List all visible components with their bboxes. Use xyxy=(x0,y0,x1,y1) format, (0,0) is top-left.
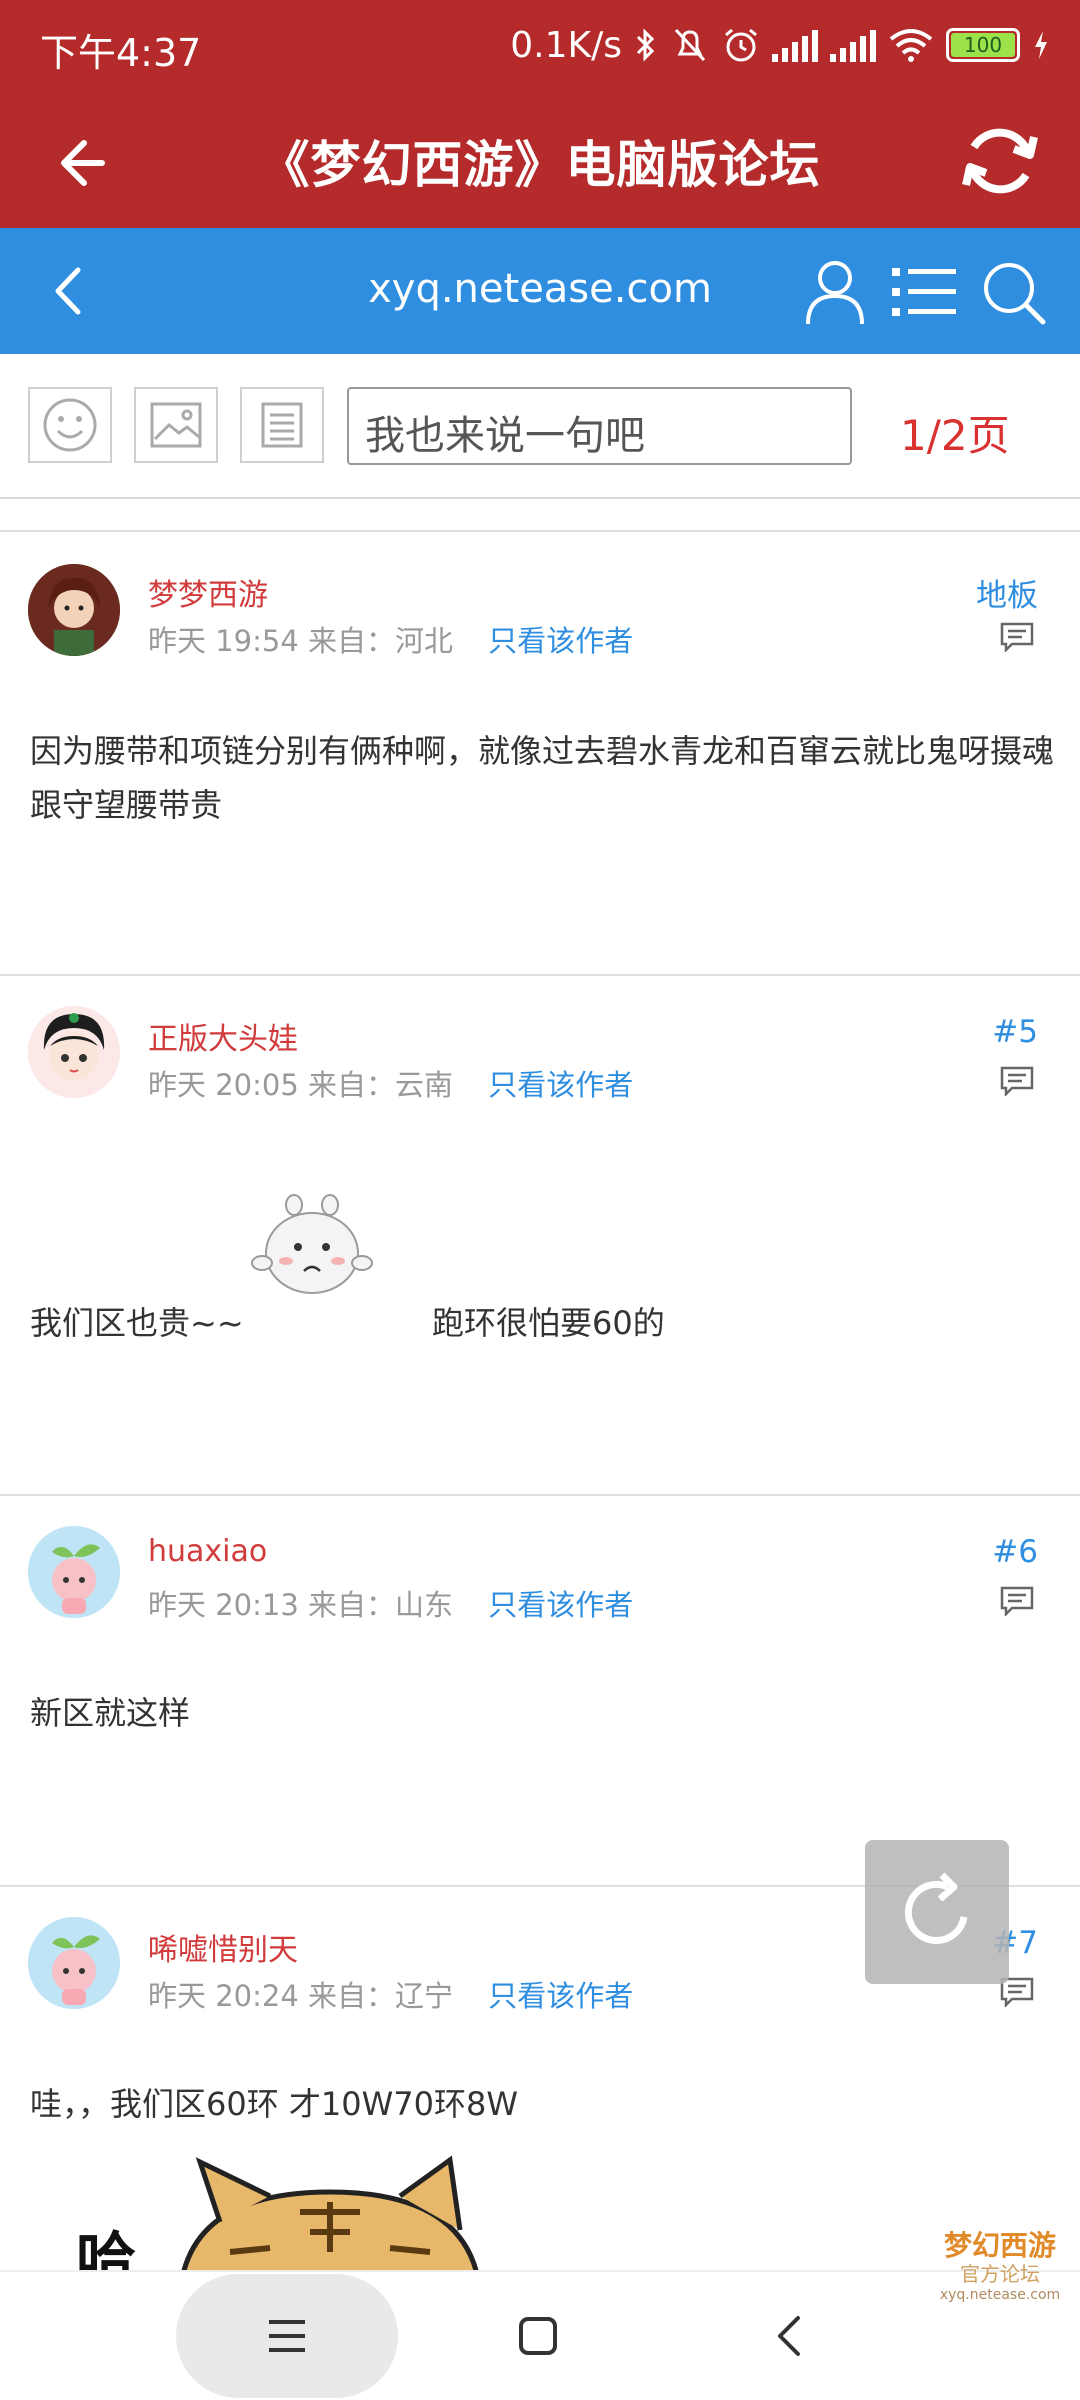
refresh-icon xyxy=(904,1872,968,1944)
comment-icon[interactable] xyxy=(1000,1066,1034,1096)
wifi-icon xyxy=(889,29,933,62)
only-author-link[interactable]: 只看该作者 xyxy=(488,1979,633,2013)
post-time: 昨天 19:54 xyxy=(148,624,299,658)
refresh-icon[interactable] xyxy=(958,119,1042,203)
emoji-button[interactable] xyxy=(28,387,112,463)
charging-icon xyxy=(1035,31,1047,59)
menu-icon xyxy=(269,2320,305,2352)
system-navigation-bar xyxy=(0,2270,1080,2400)
recent-apps-button[interactable] xyxy=(176,2274,398,2398)
only-author-link[interactable]: 只看该作者 xyxy=(488,624,633,658)
avatar[interactable] xyxy=(28,1526,120,1618)
post-time: 昨天 20:05 xyxy=(148,1068,299,1102)
reply-toolbar: 我也来说一句吧 1/2页 xyxy=(0,354,1080,499)
floating-refresh-button[interactable] xyxy=(865,1840,1009,1984)
avatar[interactable] xyxy=(28,564,120,656)
status-time: 下午4:37 xyxy=(40,31,202,75)
browser-url-bar: xyq.netease.com xyxy=(0,228,1080,354)
divider xyxy=(0,1494,1080,1496)
floor-number: #6 xyxy=(992,1534,1038,1570)
page-title: 《梦幻西游》电脑版论坛 xyxy=(259,136,821,194)
signal-icon-2 xyxy=(830,28,876,62)
avatar-peach-icon xyxy=(28,1917,120,2009)
avatar-girl-icon xyxy=(28,564,120,656)
sticker-text: 哈 xyxy=(76,2226,136,2270)
post-location: 来自：山东 xyxy=(308,1588,454,1622)
watermark-logo: 梦幻西游 官方论坛 xyq.netease.com xyxy=(930,2230,1070,2320)
post-content: 我们区也贵~~ 跑环很怕要60的 xyxy=(30,1296,1054,1350)
post-meta: 昨天 20:05 来自：云南 只看该作者 xyxy=(148,1062,633,1104)
post-text: 我们区也贵~~ xyxy=(30,1304,244,1342)
avatar[interactable] xyxy=(28,1917,120,2009)
author-name[interactable]: huaxiao xyxy=(148,1534,267,1569)
signal-icon-1 xyxy=(772,28,818,62)
post-text: 跑环很怕要60的 xyxy=(431,1304,665,1342)
avatar-peach-icon xyxy=(28,1526,120,1618)
alarm-icon xyxy=(725,28,757,62)
document-icon xyxy=(261,402,303,448)
only-author-link[interactable]: 只看该作者 xyxy=(488,1588,633,1622)
divider xyxy=(0,974,1080,976)
comment-icon[interactable] xyxy=(1000,1586,1034,1616)
image-button[interactable] xyxy=(134,387,218,463)
smiley-icon xyxy=(43,398,97,452)
user-icon[interactable] xyxy=(800,250,870,330)
author-name[interactable]: 梦梦西游 xyxy=(148,570,268,614)
post-sticker-image[interactable]: 哈 xyxy=(70,2152,510,2270)
battery-level: 100 xyxy=(951,33,1015,57)
network-speed: 0.1K/s xyxy=(510,24,622,66)
watermark-title: 梦幻西游 xyxy=(943,2229,1056,2262)
post-content: 因为腰带和项链分别有俩种啊，就像过去碧水青龙和百窜云就比鬼呀摄魂跟守望腰带贵 xyxy=(30,732,1055,824)
reply-input[interactable]: 我也来说一句吧 xyxy=(347,387,852,465)
post-location: 来自：河北 xyxy=(308,624,454,658)
text-button[interactable] xyxy=(240,387,324,463)
battery-icon: 100 xyxy=(946,28,1020,62)
floor-number: 地板 xyxy=(976,578,1038,614)
status-icons: 0.1K/s 100 xyxy=(510,20,1050,70)
home-icon[interactable] xyxy=(518,2316,558,2356)
tiger-icon xyxy=(181,2155,479,2270)
post-meta: 昨天 20:13 来自：山东 只看该作者 xyxy=(148,1582,633,1624)
watermark-subtitle: 官方论坛 xyxy=(960,2262,1040,2286)
post-meta: 昨天 19:54 来自：河北 只看该作者 xyxy=(148,618,633,660)
floor-number: #5 xyxy=(992,1014,1038,1050)
comment-icon[interactable] xyxy=(1000,622,1034,652)
only-author-link[interactable]: 只看该作者 xyxy=(488,1068,633,1102)
avatar-doll-icon xyxy=(28,1006,120,1098)
post-location: 来自：云南 xyxy=(308,1068,454,1102)
bluetooth-icon xyxy=(636,28,655,62)
post-content: 新区就这样 xyxy=(30,1694,191,1732)
search-icon[interactable] xyxy=(975,250,1053,330)
post-meta: 昨天 20:24 来自：辽宁 只看该作者 xyxy=(148,1973,633,2015)
avatar[interactable] xyxy=(28,1006,120,1098)
page-indicator[interactable]: 1/2页 xyxy=(900,402,1010,463)
post-location: 来自：辽宁 xyxy=(308,1979,454,2013)
post-time: 昨天 20:24 xyxy=(148,1979,299,2013)
post-time: 昨天 20:13 xyxy=(148,1588,299,1622)
divider xyxy=(0,530,1080,532)
author-name[interactable]: 正版大头娃 xyxy=(148,1014,298,1058)
status-bar: 下午4:37 0.1K/s 100 xyxy=(0,0,1080,95)
image-icon xyxy=(150,402,202,448)
list-icon[interactable] xyxy=(888,250,960,330)
watermark-url: xyq.netease.com xyxy=(939,2287,1061,2303)
sad-emoticon-icon xyxy=(251,1194,373,1294)
title-bar: 《梦幻西游》电脑版论坛 xyxy=(0,95,1080,228)
mute-icon xyxy=(674,28,706,62)
author-name[interactable]: 唏嘘惜别天 xyxy=(148,1925,298,1969)
back-icon[interactable] xyxy=(770,2312,810,2360)
post-content: 哇，，我们区60环 才10W70环8W xyxy=(30,2085,518,2123)
back-arrow-icon[interactable] xyxy=(38,123,118,203)
